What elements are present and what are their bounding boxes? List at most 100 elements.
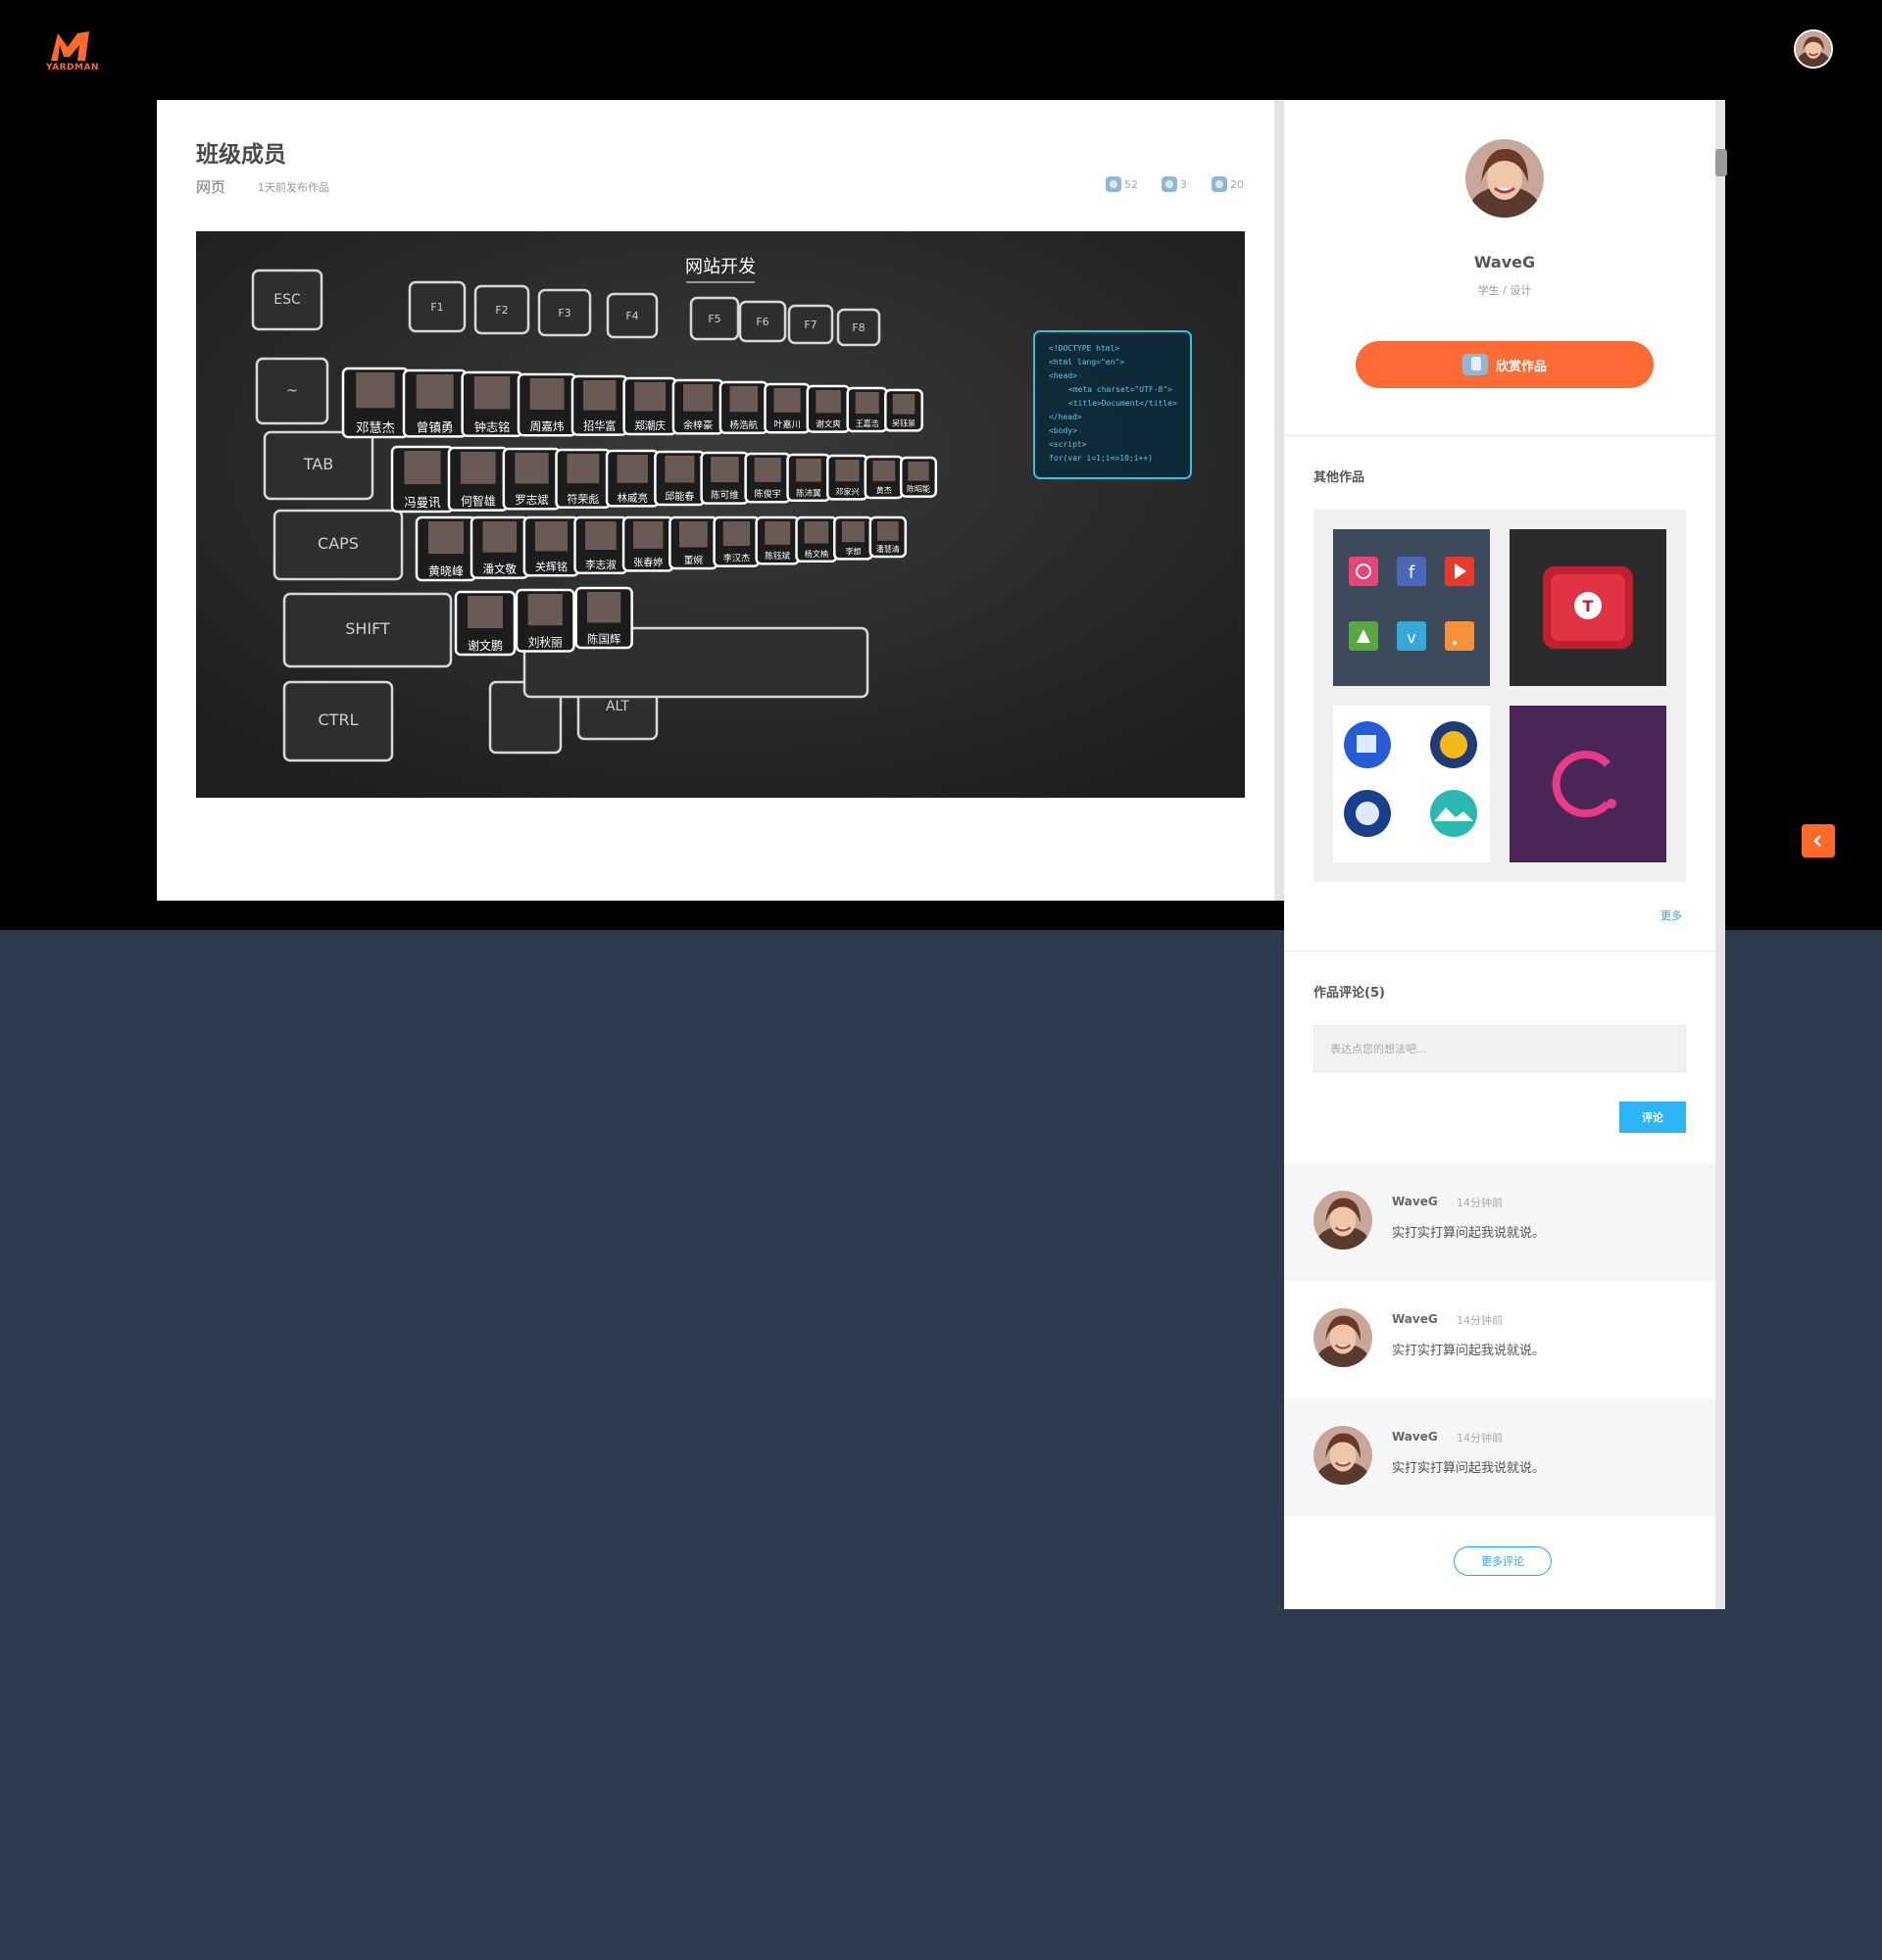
member-photo: [804, 521, 829, 544]
member-key: 陈沛翼: [786, 453, 831, 503]
more-comments-button[interactable]: 更多评论: [1454, 1546, 1552, 1576]
key-shift: SHIFT: [282, 592, 453, 668]
views-stat: 52: [1106, 176, 1138, 192]
commenter-name[interactable]: WaveG: [1392, 1430, 1438, 1444]
commenter-name[interactable]: WaveG: [1392, 1195, 1438, 1208]
svg-text:v: v: [1407, 628, 1415, 647]
member-key: 郑潮庆: [622, 376, 677, 436]
likes-stat[interactable]: 20: [1212, 176, 1244, 192]
key-f6: F6: [738, 300, 787, 343]
member-key: 周嘉炜: [517, 372, 577, 437]
member-photo: [473, 376, 511, 410]
comment-time: 14分钟前: [1457, 1314, 1503, 1327]
collapse-panel-button[interactable]: [1802, 824, 1835, 858]
comment-text: 实打实打算问起我说就说。: [1392, 1226, 1546, 1241]
commenter-avatar[interactable]: [1313, 1308, 1372, 1367]
member-name: 余梓豪: [683, 418, 713, 431]
key-label: SHIFT: [345, 619, 390, 638]
key-label: ~: [286, 383, 298, 399]
member-name: 陈俊宇: [755, 488, 781, 500]
member-key: 张春婷: [621, 515, 674, 572]
key-label: F4: [625, 310, 638, 322]
key-f2: F2: [473, 284, 530, 335]
member-name: 邱能春: [665, 490, 694, 503]
logo-text: YARDMAN: [46, 63, 99, 73]
work-thumb-purple-logo[interactable]: [1510, 706, 1666, 862]
submit-comment-button[interactable]: 评论: [1619, 1102, 1686, 1133]
author-name: WaveG: [1473, 253, 1536, 271]
member-photo: [816, 390, 841, 414]
member-photo: [460, 452, 496, 484]
member-name: 王嘉浩: [856, 418, 879, 428]
member-name: 招华富: [583, 419, 616, 433]
author-avatar[interactable]: [1465, 139, 1544, 218]
member-photo: [515, 453, 549, 484]
code-line: <meta charset="UTF-8">: [1068, 385, 1172, 394]
member-name: 陈可维: [711, 490, 739, 502]
other-works-grid: f v T: [1313, 510, 1686, 882]
work-category[interactable]: 网页: [196, 176, 225, 197]
panel-scrollbar[interactable]: [1715, 100, 1727, 1609]
member-key: 邓慧杰: [341, 367, 410, 439]
member-name: 钟志铭: [474, 419, 510, 434]
member-photo: [587, 592, 621, 623]
member-photo: [765, 521, 791, 545]
member-photo: [679, 521, 708, 548]
member-key: 杨浩航: [718, 380, 768, 435]
key-f3: F3: [537, 288, 592, 337]
member-photo: [908, 462, 929, 481]
commenter-name[interactable]: WaveG: [1392, 1312, 1438, 1326]
comment-input[interactable]: [1313, 1025, 1686, 1072]
member-photo: [583, 380, 617, 411]
member-key: 陈昭能: [899, 456, 938, 498]
thumbs-up-icon: [1212, 176, 1227, 192]
comment-time: 14分钟前: [1457, 1432, 1503, 1445]
member-photo: [722, 521, 751, 547]
comment-text: 实打实打算问起我说就说。: [1392, 1461, 1546, 1476]
member-name: 关辉铭: [535, 560, 568, 573]
key-label: CAPS: [318, 534, 359, 553]
member-key: 黄晓峰: [415, 515, 477, 582]
user-avatar[interactable]: [1794, 29, 1833, 69]
svg-text:f: f: [1409, 563, 1415, 583]
code-line: for(var i=1;i<=10;i++): [1049, 454, 1153, 463]
member-name: 郑潮庆: [634, 419, 666, 432]
member-key: 陈俊宇: [744, 452, 792, 504]
work-thumb-red-app-icon[interactable]: T: [1510, 529, 1666, 686]
member-photo: [416, 374, 454, 409]
publish-time: 1天前发布作品: [258, 181, 329, 194]
work-thumb-round-icons[interactable]: [1333, 706, 1490, 862]
appreciate-button[interactable]: 欣赏作品: [1356, 341, 1654, 388]
work-image[interactable]: 网站开发 ESC F1 F2 F3 F4 F5 F6 F7 F8 ~ TAB CAPS SHIFT CTR…: [196, 231, 1245, 798]
scrollbar-handle[interactable]: [1715, 149, 1727, 176]
work-thumb-social-icons[interactable]: f v: [1333, 529, 1490, 686]
member-key: 杨文楠: [795, 515, 838, 564]
member-name: 潘文敬: [483, 563, 518, 576]
member-key: 黄杰: [864, 455, 905, 500]
member-name: 邓慧杰: [356, 420, 395, 436]
author-panel: WaveG 学生 / 设计 欣赏作品 其他作品 f v T 更多 作品评论(5)…: [1284, 100, 1727, 1609]
key-f5: F5: [689, 296, 740, 341]
commenter-avatar[interactable]: [1313, 1426, 1372, 1485]
thumbs-up-icon: [1461, 354, 1488, 375]
member-key: 曾镇勇: [402, 368, 468, 438]
member-name: 谢文爽: [816, 419, 841, 430]
member-key: 李想: [832, 515, 873, 561]
member-key: 钟志铭: [461, 370, 523, 438]
member-photo: [773, 388, 801, 413]
member-photo: [617, 455, 648, 483]
key-label: ALT: [606, 699, 629, 714]
member-photo: [835, 460, 860, 482]
member-photo: [855, 392, 879, 414]
key-label: F5: [708, 313, 720, 325]
author-role: 学生 / 设计: [1477, 284, 1532, 297]
more-works-link[interactable]: 更多: [1660, 907, 1682, 923]
yardman-logo[interactable]: YARDMAN: [46, 27, 99, 76]
member-key: 谢文爽: [806, 384, 851, 433]
member-photo: [841, 521, 865, 543]
commenter-avatar[interactable]: [1313, 1191, 1372, 1250]
member-photo: [468, 596, 503, 628]
member-name: 李志淑: [585, 559, 617, 571]
code-line: <title>Document</title>: [1068, 399, 1177, 408]
member-name: 林威亮: [618, 491, 648, 504]
